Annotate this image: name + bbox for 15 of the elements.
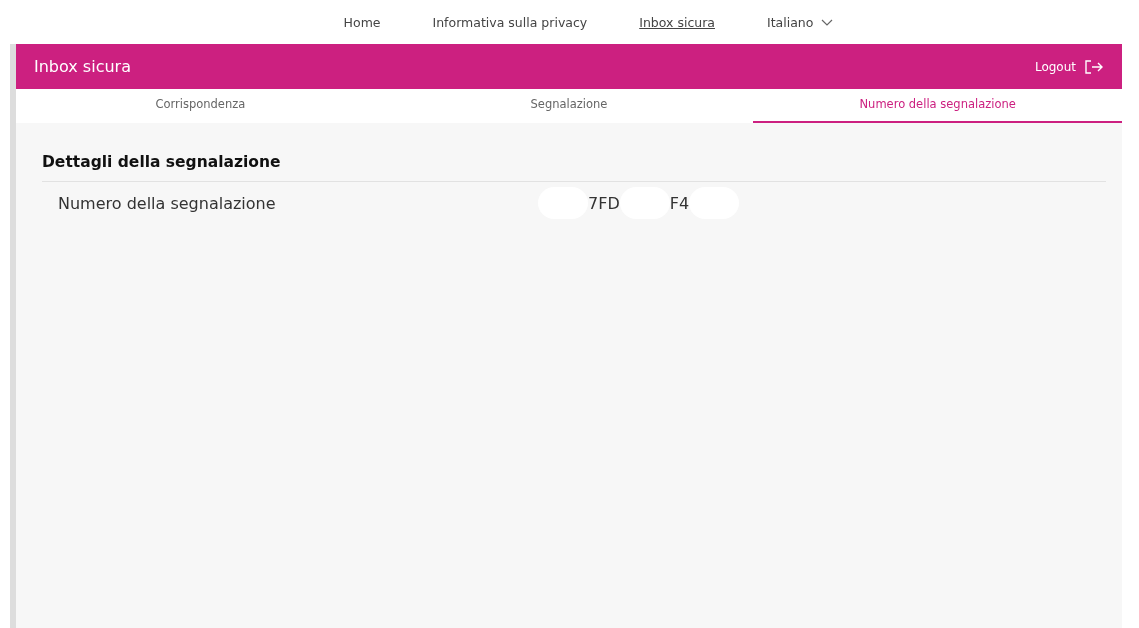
language-selector[interactable]: Italiano [767, 14, 814, 30]
logout-icon [1084, 59, 1104, 74]
field-label: Numero della segnalazione [58, 193, 277, 213]
nav-link[interactable]: Inbox sicura [639, 14, 715, 30]
chevron-down-icon[interactable] [821, 18, 834, 26]
field-value: F4 [669, 193, 690, 213]
tab[interactable]: Corrispondenza [16, 89, 385, 123]
section-title: Dettagli della segnalazione [42, 153, 1106, 182]
nav-link[interactable]: Home [343, 14, 381, 30]
tab[interactable]: Segnalazione [384, 89, 754, 123]
logout-link[interactable]: Logout [1034, 59, 1104, 74]
tab[interactable]: Numero della segnalazione [753, 89, 1122, 123]
field-value: 7FD [588, 193, 620, 213]
nav-link[interactable]: Informativa sulla privacy [432, 14, 588, 30]
header-title: Inbox sicura [34, 57, 131, 76]
